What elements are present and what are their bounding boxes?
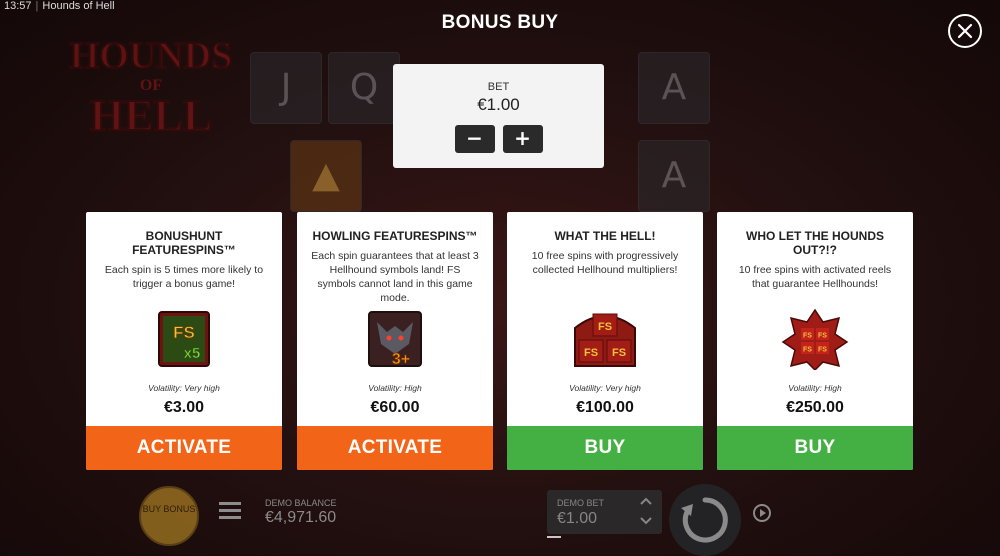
svg-text:FS: FS — [173, 323, 195, 342]
menu-icon[interactable] — [219, 502, 241, 520]
bottom-control-bar: BUY BONUS DEMO BALANCE €4,971.60 DEMO BE… — [0, 478, 1000, 556]
svg-text:FS: FS — [612, 347, 626, 359]
svg-text:FS: FS — [598, 321, 612, 333]
bet-box-value: €1.00 — [557, 510, 598, 527]
buy-button-what-the-hell[interactable]: BUY — [507, 426, 703, 470]
card-volatility: Volatility: High — [788, 383, 842, 393]
card-title: WHAT THE HELL! — [554, 229, 656, 243]
dialog-title: BONUS BUY — [441, 12, 559, 33]
activate-button-howling[interactable]: ACTIVATE — [297, 426, 493, 470]
card-price: €3.00 — [163, 399, 205, 416]
hellhound-3plus-symbol-icon: 3+ — [368, 311, 422, 368]
spin-icon — [681, 497, 728, 543]
bet-box-label: DEMO BET — [557, 498, 605, 508]
close-button[interactable] — [948, 14, 982, 48]
card-title: HOWLING FEATURESPINS™ — [312, 229, 478, 243]
bet-label: BET — [487, 81, 510, 93]
eye-pyramid-symbol-icon: ▲ — [312, 155, 340, 196]
bonus-card-bonushunt: BONUSHUNT FEATURESPINS™ Each spin is 5 t… — [86, 212, 282, 470]
fs-quad-star-symbol-icon: FS FS FS FS — [781, 308, 849, 370]
bet-value: €1.00 — [477, 95, 520, 114]
reel-symbol: Q — [349, 67, 379, 108]
bonus-card-howling: HOWLING FEATURESPINS™ Each spin guarante… — [297, 212, 493, 470]
spin-button[interactable] — [669, 484, 741, 556]
decrease-bet-button[interactable]: − — [454, 125, 495, 153]
buy-bonus-button[interactable]: BUY BONUS — [139, 486, 199, 546]
game-logo: HOUNDS OF HELL — [69, 34, 234, 140]
card-description: Each spin guarantees that at least 3 Hel… — [311, 250, 479, 304]
bet-panel: BET €1.00 − + — [393, 64, 604, 168]
status-bar: 13:57 | Hounds of Hell — [4, 0, 115, 12]
svg-text:FS: FS — [803, 347, 812, 354]
card-price: €60.00 — [370, 399, 420, 416]
clock: 13:57 — [4, 0, 32, 12]
svg-text:HOUNDS: HOUNDS — [70, 35, 233, 77]
bonus-card-what-the-hell: WHAT THE HELL! 10 free spins with progre… — [507, 212, 703, 470]
fs-x5-symbol-icon: FS x5 — [158, 311, 210, 367]
card-description: 10 free spins with progressively collect… — [531, 250, 679, 276]
reel-symbol: A — [661, 67, 687, 108]
close-icon — [957, 23, 973, 39]
svg-text:HELL: HELL — [90, 91, 212, 140]
bet-decrease-chevron-icon[interactable] — [639, 516, 653, 526]
fs-triple-symbol-icon: FS FS FS — [574, 313, 636, 367]
svg-text:FS: FS — [584, 347, 598, 359]
card-price: €250.00 — [786, 399, 844, 416]
bet-box: DEMO BET €1.00 — [547, 490, 662, 538]
svg-text:FS: FS — [803, 333, 812, 340]
card-title: BONUSHUNT FEATURESPINS™ — [132, 229, 236, 257]
bet-increase-chevron-icon[interactable] — [639, 496, 653, 506]
balance-value: €4,971.60 — [265, 509, 337, 526]
svg-text:FS: FS — [818, 333, 827, 340]
reel-symbol: J — [280, 67, 292, 108]
buy-bonus-label: BUY BONUS — [142, 504, 196, 514]
svg-text:x5: x5 — [184, 345, 201, 362]
card-volatility: Volatility: Very high — [148, 383, 220, 393]
reel-symbol: A — [661, 155, 687, 196]
card-volatility: Volatility: Very high — [569, 383, 641, 393]
svg-text:FS: FS — [818, 347, 827, 354]
activate-button-bonushunt[interactable]: ACTIVATE — [86, 426, 282, 470]
svg-text:3+: 3+ — [392, 351, 410, 368]
buy-button-who-let-the-hounds-out[interactable]: BUY — [717, 426, 913, 470]
app-title: Hounds of Hell — [42, 0, 115, 12]
balance-label: DEMO BALANCE — [265, 498, 337, 508]
card-description: 10 free spins with activated reels that … — [738, 264, 892, 290]
autoplay-icon[interactable] — [751, 502, 773, 524]
card-volatility: Volatility: High — [368, 383, 422, 393]
card-description: Each spin is 5 times more likely to trig… — [104, 264, 264, 290]
card-price: €100.00 — [576, 399, 634, 416]
increase-bet-button[interactable]: + — [502, 125, 543, 153]
card-title: WHO LET THE HOUNDS OUT?!? — [746, 229, 884, 257]
bonus-card-who-let-the-hounds-out: WHO LET THE HOUNDS OUT?!? 10 free spins … — [717, 212, 913, 470]
